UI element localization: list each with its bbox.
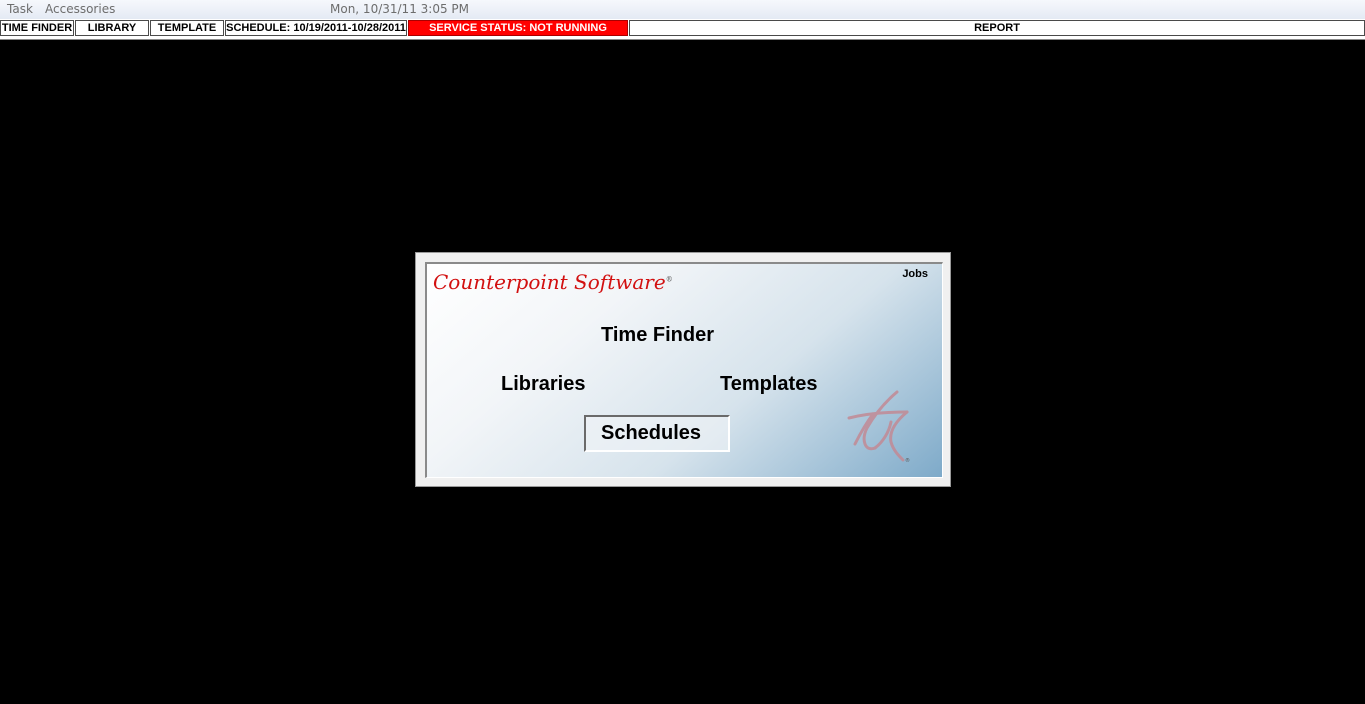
- time-finder-button[interactable]: Time Finder: [601, 324, 714, 347]
- datetime-display: Mon, 10/31/11 3:05 PM: [330, 2, 469, 16]
- launcher-dialog: Counterpoint Software® Jobs Time Finder …: [415, 252, 951, 487]
- menu-accessories-label: Accessories: [45, 2, 116, 16]
- schedules-button[interactable]: Schedules: [584, 415, 730, 452]
- menu-task[interactable]: Task: [7, 2, 33, 17]
- toolbar-schedule-button[interactable]: SCHEDULE: 10/19/2011-10/28/2011: [225, 20, 407, 36]
- service-status-indicator[interactable]: SERVICE STATUS: NOT RUNNING: [408, 20, 628, 36]
- toolbar-report-button[interactable]: REPORT: [629, 20, 1365, 36]
- toolbar-template-button[interactable]: TEMPLATE: [150, 20, 224, 36]
- counterpoint-star-logo-icon: ®: [847, 390, 910, 464]
- toolbar: TIME FINDER LIBRARY TEMPLATE SCHEDULE: 1…: [0, 19, 1365, 40]
- menu-task-label: Task: [7, 2, 33, 16]
- templates-button[interactable]: Templates: [720, 373, 817, 396]
- toolbar-time-finder-button[interactable]: TIME FINDER: [0, 20, 74, 36]
- jobs-link[interactable]: Jobs: [902, 268, 928, 280]
- brand-registered-mark: ®: [665, 275, 673, 284]
- menu-accessories[interactable]: Accessories: [45, 2, 115, 17]
- libraries-button[interactable]: Libraries: [501, 373, 585, 396]
- brand-name: Counterpoint Software: [433, 270, 666, 294]
- launcher-panel: Counterpoint Software® Jobs Time Finder …: [425, 262, 943, 478]
- toolbar-library-button[interactable]: LIBRARY: [75, 20, 149, 36]
- brand-logo: Counterpoint Software®: [433, 270, 673, 294]
- menu-bar: Task Accessories Mon, 10/31/11 3:05 PM: [0, 0, 1365, 20]
- star-registered-mark: ®: [905, 457, 910, 464]
